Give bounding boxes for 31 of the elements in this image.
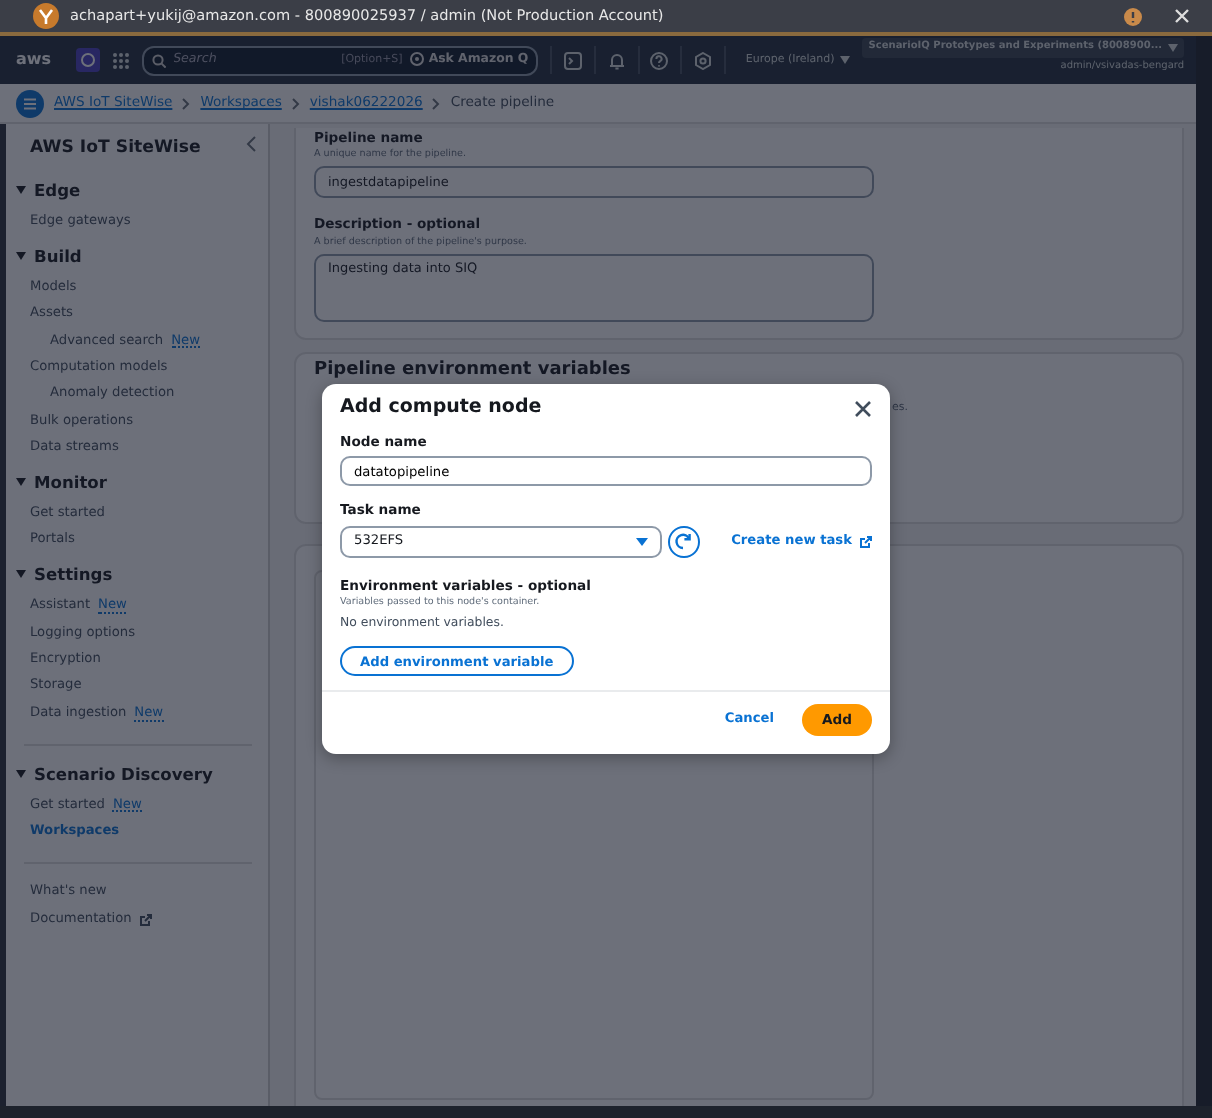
section-header[interactable]: Build	[6, 243, 268, 269]
app-logo-icon	[32, 2, 60, 30]
terminal-icon[interactable]	[563, 51, 582, 69]
refresh-button[interactable]	[667, 525, 700, 558]
caret-icon	[1168, 43, 1179, 52]
warning-icon	[1124, 7, 1142, 25]
chevron-icon	[182, 97, 191, 109]
section-header[interactable]: Settings	[6, 562, 268, 588]
section-header[interactable]: Monitor	[6, 469, 268, 495]
settings-icon[interactable]	[694, 51, 713, 69]
section-header[interactable]: Scenario Discovery	[6, 761, 268, 786]
sidebar-title: AWS IoT SiteWise	[30, 136, 201, 162]
q-icon	[410, 52, 425, 67]
chevron-icon	[432, 97, 441, 109]
aws-logo[interactable]: aws	[16, 48, 52, 72]
collapse-icon[interactable]	[246, 136, 256, 152]
external-link-icon	[860, 535, 872, 548]
bell-icon[interactable]	[607, 51, 626, 69]
service-icon[interactable]	[75, 48, 100, 72]
section-header[interactable]: Edge	[6, 177, 268, 203]
dialog-title: Add compute node	[340, 394, 542, 422]
search-icon	[151, 53, 166, 67]
external-link-icon	[139, 913, 152, 926]
chevron-icon	[291, 97, 300, 109]
close-icon[interactable]	[854, 399, 872, 418]
section-heading: Pipeline environment variables	[314, 361, 631, 380]
caret-icon	[840, 56, 851, 64]
help-icon[interactable]	[650, 51, 669, 69]
refresh-icon	[674, 532, 693, 551]
grid-icon[interactable]	[111, 51, 130, 69]
menu-icon[interactable]	[16, 89, 44, 117]
